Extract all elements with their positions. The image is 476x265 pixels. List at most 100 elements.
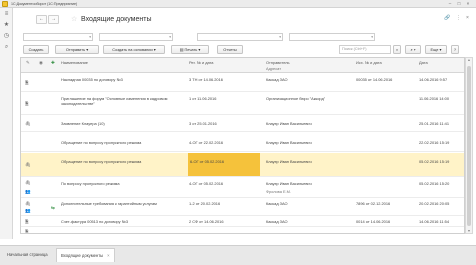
filter-bar: ▾ ▾ ▾ ▾ (17, 33, 476, 42)
page-title: Входящие документы (81, 16, 152, 23)
table-row[interactable]: 🗎 Приглашение на форум "Основные изменен… (21, 93, 464, 115)
row-addressee: Фролова Е.М. (266, 189, 291, 194)
scroll-up-icon[interactable]: ▲ (466, 58, 472, 62)
close-tab-icon[interactable]: × (107, 253, 109, 258)
tab-home-page[interactable]: Начальная страница (3, 248, 52, 262)
print-button[interactable]: ▤ Печать ▾ (171, 45, 209, 54)
favorite-star-icon[interactable]: ☆ (71, 15, 77, 24)
reports-button[interactable]: Отчеты (217, 45, 243, 54)
left-panel: ≡ ★ ◷ ⌕ (0, 8, 13, 239)
chevron-down-icon: ▾ (371, 35, 373, 39)
open-windows-bar: Начальная страница Входящие документы × (0, 245, 476, 265)
users-icon: 👥 (25, 208, 31, 213)
filter-field-2[interactable]: ▾ (99, 33, 173, 41)
row-reg: 1 от 11.06.2016 (189, 96, 217, 101)
search-icon[interactable]: ⌕ (2, 43, 11, 52)
back-button[interactable]: ← (36, 15, 47, 24)
more-button[interactable]: Еще ▾ (425, 45, 447, 54)
table-row[interactable]: 🗎 Накладная 00035 по договору №3 3 ТН от… (21, 74, 464, 92)
search-options-button[interactable]: ⌕ ▾ (405, 45, 421, 54)
table-row[interactable]: 🖇 👥 ⇆ Дополнительные требования к гарант… (21, 199, 464, 216)
send-button[interactable]: Отправить ▾ (55, 45, 99, 54)
row-ref: 7896 от 02.12.2016 (356, 201, 391, 206)
row-date: 05.02.2016 15:20 (419, 181, 450, 186)
table-row[interactable]: 🗎 Счет-фактура 00513 по договору №3 2 СФ… (21, 217, 464, 227)
window-title: 1С:Документооборот (1С:Предприятие) (11, 1, 78, 6)
table-scrollbar[interactable]: ▲ ▼ (465, 57, 473, 234)
command-bar: Создать Отправить ▾ Создать на основании… (17, 45, 476, 55)
window-titlebar: 1С:Документооборот (1С:Предприятие) – □ … (0, 0, 476, 8)
status-column-icon: ◉ (39, 60, 43, 65)
search-input[interactable]: Поиск (Ctrl+F) (339, 45, 391, 54)
row-date: 05.02.2016 15:19 (419, 159, 450, 164)
close-page-icon[interactable]: × (466, 14, 469, 22)
forward-button[interactable]: → (48, 15, 59, 24)
column-header-reg[interactable]: Рег. № и дата (189, 60, 259, 65)
table-row[interactable]: Обращение по вопросу пропускного режима … (21, 133, 464, 152)
attachment-column-icon: ✎ (26, 60, 30, 65)
column-header-ref[interactable]: Исх. № и дата (356, 60, 416, 65)
history-icon[interactable]: ◷ (2, 32, 11, 41)
scrollbar-thumb[interactable] (467, 66, 471, 226)
row-sender: Клауэр Иван Васильевич (266, 159, 312, 164)
more-actions-icon[interactable]: ⋮ (456, 14, 461, 22)
row-sender: Организационное бюро "Аккорд" (266, 96, 326, 101)
favorites-star-icon[interactable]: ★ (2, 21, 11, 30)
table-row[interactable]: 🖇 👥 По вопросу пропускного режима 4-ОГ о… (21, 178, 464, 198)
chevron-down-icon: ▾ (89, 35, 91, 39)
row-reg: 4-ОГ от 22.02.2016 (189, 140, 224, 145)
table-row[interactable]: 🗎 (21, 228, 464, 234)
importance-column-icon: ✚ (51, 60, 55, 65)
table-header: ✎ ◉ ✚ Наименование Рег. № и дата Отправи… (21, 58, 464, 73)
page-header: ← → ☆ Входящие документы 🔗 ⋮ × (14, 9, 476, 31)
help-icon: ? (453, 47, 457, 52)
column-header-date[interactable]: Дата (419, 60, 459, 65)
filter-field-3[interactable]: ▾ (197, 33, 283, 41)
attachment-icon: 🖇 (25, 121, 31, 126)
row-reg: 2 СФ от 14.06.2016 (189, 219, 224, 224)
create-based-on-button[interactable]: Создать на основании ▾ (103, 45, 165, 54)
document-icon: 🗎 (25, 101, 29, 106)
row-ref: 0014 от 14.06.2016 (356, 219, 391, 224)
row-sender: Клауэр Иван Васильевич (266, 121, 312, 126)
column-header-sender[interactable]: Отправитель (266, 60, 346, 65)
row-name: Заявление Клауера (10) (61, 121, 105, 126)
row-date: 11.06.2016 14:00 (419, 96, 449, 101)
row-name: Приглашение на форум "Основные изменения… (61, 96, 168, 106)
attachment-icon: 🖇 (25, 180, 31, 185)
row-reg: 3 ТН от 14.06.2016 (189, 77, 223, 82)
help-button[interactable]: ? (451, 45, 459, 54)
row-name: Обращение по вопросу пропускного режима (61, 140, 142, 145)
column-header-addressee[interactable]: Адресат (266, 66, 346, 71)
clear-search-button[interactable]: × (393, 45, 401, 54)
filter-field-4[interactable]: ▾ (289, 33, 375, 41)
table-row-selected[interactable]: 🖇 Обращение по вопросу пропускного режим… (21, 153, 464, 177)
column-header-name[interactable]: Наименование (61, 60, 181, 65)
tab-incoming-documents[interactable]: Входящие документы × (56, 248, 115, 262)
table-row[interactable]: 🖇 Заявление Клауера (10) 3 от 25.01.2016… (21, 116, 464, 132)
row-sender: Каскад ЗАО (266, 219, 288, 224)
row-reg: 1-2 от 20.02.2016 (189, 201, 221, 206)
scroll-down-icon[interactable]: ▼ (466, 229, 472, 233)
link-icon[interactable]: 🔗 (444, 14, 450, 22)
row-reg: 3 от 25.01.2016 (189, 121, 217, 126)
document-icon: 🗎 (25, 229, 29, 234)
row-name: Счет-фактура 00513 по договору №3 (61, 219, 129, 224)
close-icon: × (395, 47, 399, 52)
row-name: Дополнительные требования к гарантийным … (61, 201, 157, 206)
filter-field-1[interactable]: ▾ (23, 33, 93, 41)
chevron-down-icon: ▾ (279, 35, 281, 39)
row-ref: 00035 от 14.06.2016 (356, 77, 393, 82)
menu-icon[interactable]: ≡ (2, 10, 11, 19)
document-icon: 🗎 (25, 219, 29, 224)
chevron-down-icon: ▾ (169, 35, 171, 39)
close-window-icon[interactable]: × (464, 0, 472, 8)
row-date: 25.01.2016 11:41 (419, 121, 449, 126)
row-reg: 6-ОГ от 05.02.2016 (190, 159, 225, 164)
arrows-icon: ⇆ (51, 205, 55, 210)
create-button[interactable]: Создать (23, 45, 49, 54)
row-name: По вопросу пропускного режима (61, 181, 120, 186)
users-icon: 👥 (25, 189, 31, 194)
maximize-icon[interactable]: □ (455, 0, 463, 8)
minimize-icon[interactable]: – (446, 0, 454, 8)
